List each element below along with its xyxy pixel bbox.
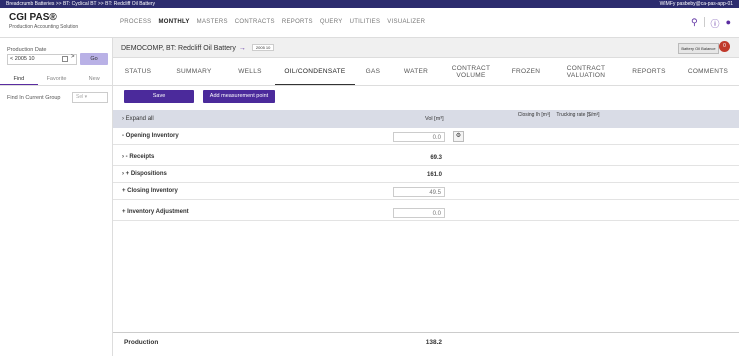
tab-contract-volume[interactable]: CONTRACT VOLUME (441, 60, 501, 85)
inventory-adjustment-input[interactable]: 0.0 (393, 208, 445, 218)
row-label[interactable]: › - Receipts (122, 154, 154, 160)
user-icon[interactable]: ● (726, 17, 731, 30)
column-trucking-rate: Trucking rate [$/m³] (556, 112, 600, 118)
tab-contract-valuation[interactable]: CONTRACT VALUATION (551, 60, 621, 85)
tab-reports[interactable]: REPORTS (621, 60, 677, 85)
expand-all-toggle[interactable]: › Expand all (122, 116, 154, 122)
production-row: Production 138.2 (113, 332, 739, 350)
next-period-button[interactable]: > (71, 54, 75, 60)
nav-query[interactable]: QUERY (320, 19, 343, 25)
top-nav: PROCESS MONTHLY MASTERS CONTRACTS REPORT… (120, 19, 425, 25)
logo-subtitle: Production Accounting Solution (9, 24, 79, 30)
row-label: + Inventory Adjustment (122, 209, 189, 215)
tab-status[interactable]: STATUS (113, 60, 163, 85)
main-panel: DEMOCOMP, BT: Redcliff Oil Battery → 2005 … (113, 38, 739, 356)
sidebar: Production Date < 2005 10 > Go Find Favo… (0, 38, 113, 356)
action-buttons: Save Add measurement point (124, 90, 275, 103)
tab-find[interactable]: Find (0, 72, 38, 85)
table-row: + Inventory Adjustment 0.0 (113, 204, 739, 221)
tab-oil-condensate[interactable]: OIL/CONDENSATE (275, 60, 355, 85)
find-group-select-value: Sel (76, 94, 84, 100)
nav-visualizer[interactable]: VISUALIZER (387, 19, 425, 25)
dispositions-value: 161.0 (426, 172, 442, 178)
production-date-label: Production Date (7, 47, 47, 53)
nav-process[interactable]: PROCESS (120, 19, 151, 25)
tab-water[interactable]: WATER (391, 60, 441, 85)
expand-all-label: Expand all (125, 116, 154, 122)
nav-utilities[interactable]: UTILITIES (350, 19, 381, 25)
closing-inventory-input[interactable]: 49.5 (393, 187, 445, 197)
header-icons: ⚲ ⓘ ● (691, 17, 731, 30)
nav-contracts[interactable]: CONTRACTS (235, 19, 275, 25)
tab-favorite[interactable]: Favorite (38, 72, 76, 85)
find-group-select[interactable]: Sel ▾ (72, 92, 108, 103)
add-measurement-point-button[interactable]: Add measurement point (203, 90, 275, 103)
context-breadcrumb: DEMOCOMP, BT: Redcliff Oil Battery → 2005 … (121, 44, 275, 52)
top-status-bar: Breadcrumb Batteries >> BT: Cyclical BT … (0, 0, 739, 8)
top-breadcrumb[interactable]: Breadcrumb Batteries >> BT: Cyclical BT … (6, 0, 155, 8)
search-icon[interactable]: ⚲ (691, 17, 698, 30)
nav-reports[interactable]: REPORTS (282, 19, 313, 25)
tab-frozen[interactable]: FROZEN (501, 60, 551, 85)
column-closing: Closing Ih [m³] (517, 112, 550, 118)
go-button[interactable]: Go (80, 53, 108, 65)
period-badge: 2005 10 (251, 44, 275, 51)
gear-icon[interactable]: ⚙ (453, 131, 464, 142)
table-row: › - Receipts 69.3 (113, 149, 739, 166)
table-row: - Opening Inventory 0.0 ⚙ (113, 128, 739, 145)
receipts-value: 69.3 (430, 155, 442, 161)
table-header: › Expand all Vol [m³] Closing Ih [m³] Tr… (113, 110, 739, 128)
find-group-label: Find In Current Group (7, 95, 61, 101)
table-row: + Closing Inventory 49.5 (113, 183, 739, 200)
divider (703, 17, 705, 27)
nav-monthly[interactable]: MONTHLY (158, 19, 189, 25)
crumb-text[interactable]: DEMOCOMP, BT: Redcliff Oil Battery (121, 45, 236, 52)
column-volume: Vol [m³] (425, 116, 444, 122)
tab-gas[interactable]: GAS (355, 60, 391, 85)
row-label: + Closing Inventory (122, 188, 178, 194)
production-value: 138.2 (425, 339, 442, 346)
app-header: CGI PAS® Production Accounting Solution … (0, 8, 739, 38)
arrow-right-icon: → (238, 45, 246, 52)
receipts-label: - Receipts (125, 154, 155, 160)
battery-oil-balance-button[interactable]: Battery Oil Balance (678, 43, 719, 54)
save-button[interactable]: Save (124, 90, 194, 103)
row-label: - Opening Inventory (122, 133, 179, 139)
help-icon[interactable]: ⓘ (711, 17, 720, 30)
tab-new[interactable]: New (75, 72, 113, 85)
sub-tabs: STATUS SUMMARY WELLS OIL/CONDENSATE GAS … (113, 60, 739, 86)
calendar-icon[interactable] (62, 56, 68, 62)
tab-summary[interactable]: SUMMARY (163, 60, 225, 85)
nav-masters[interactable]: MASTERS (197, 19, 228, 25)
tab-wells[interactable]: WELLS (225, 60, 275, 85)
tab-comments[interactable]: COMMENTS (677, 60, 739, 85)
opening-inventory-input[interactable]: 0.0 (393, 132, 445, 142)
sidebar-tabs: Find Favorite New (0, 72, 113, 86)
app-logo[interactable]: CGI PAS® Production Accounting Solution (9, 12, 78, 30)
top-user[interactable]: WIMFy pasbeby@ca-pas-app-01 (660, 0, 733, 8)
production-label: Production (124, 339, 159, 346)
logo-title: CGI PAS® (9, 12, 57, 23)
notification-badge[interactable]: 0 (719, 41, 730, 52)
table-row: › + Dispositions 161.0 (113, 166, 739, 183)
context-bar: DEMOCOMP, BT: Redcliff Oil Battery → 2005 … (113, 38, 739, 58)
dispositions-label: + Dispositions (125, 171, 167, 177)
row-label[interactable]: › + Dispositions (122, 171, 167, 177)
